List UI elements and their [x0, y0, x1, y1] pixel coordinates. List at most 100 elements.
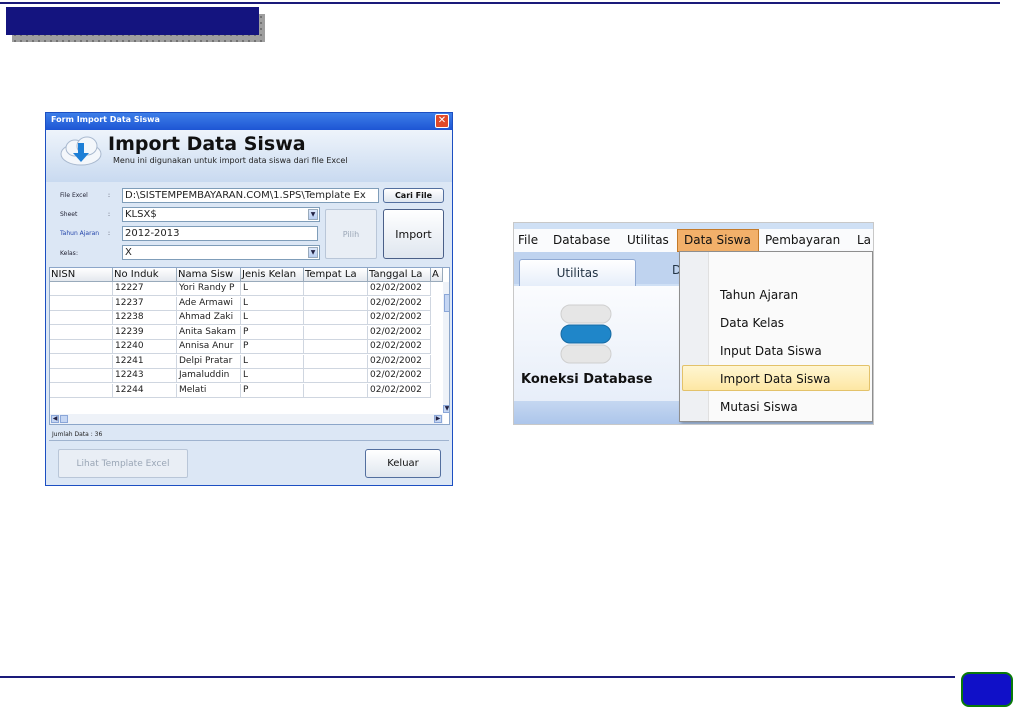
window-title: Form Import Data Siswa	[51, 115, 160, 124]
menu-item-pembayaran[interactable]: Pembayaran	[765, 233, 840, 247]
import-form-window: Form Import Data Siswa ✕ Import Data Sis…	[45, 112, 453, 486]
chevron-down-icon[interactable]: ▼	[308, 247, 318, 258]
scroll-thumb[interactable]	[60, 415, 68, 423]
menu-item-database[interactable]: Database	[553, 233, 610, 247]
table-cell: L	[241, 369, 304, 383]
import-button[interactable]: Import	[383, 209, 444, 259]
table-row[interactable]: 12227 Yori Randy P L 02/02/2002	[50, 282, 431, 296]
pilih-button[interactable]: Pilih	[325, 209, 377, 259]
table-cell: 02/02/2002	[368, 340, 431, 354]
dropdown-item-mutasi-siswa[interactable]: Mutasi Siswa	[720, 400, 798, 414]
table-cell	[50, 296, 113, 311]
table-cell	[304, 369, 368, 383]
grid-column-header[interactable]: Jenis Kelan	[241, 268, 304, 282]
table-cell	[304, 282, 368, 296]
grid-column-header[interactable]: Nama Sisw	[177, 268, 241, 282]
table-cell: P	[241, 325, 304, 340]
table-cell: 12238	[113, 311, 177, 325]
table-cell	[50, 340, 113, 354]
table-cell: 02/02/2002	[368, 383, 431, 398]
kelas-value: X	[125, 247, 132, 258]
close-icon[interactable]: ✕	[435, 114, 449, 128]
tab-utilitas[interactable]: Utilitas	[519, 259, 636, 286]
table-row[interactable]: 12244 Melati P 02/02/2002	[50, 383, 431, 398]
horizontal-scrollbar[interactable]: ◀ ▶	[50, 414, 443, 424]
window-titlebar: Form Import Data Siswa ✕	[46, 113, 452, 130]
database-icon[interactable]	[560, 303, 612, 365]
table-cell: 12244	[113, 383, 177, 398]
menu-item-utilitas[interactable]: Utilitas	[627, 233, 669, 247]
dropdown-item-input-data-siswa[interactable]: Input Data Siswa	[720, 344, 822, 358]
chevron-right-icon[interactable]: ▶	[434, 415, 442, 423]
table-cell: 12237	[113, 296, 177, 311]
koneksi-database-label[interactable]: Koneksi Database	[521, 372, 652, 387]
table-cell: 02/02/2002	[368, 354, 431, 369]
table-cell	[50, 325, 113, 340]
grid-column-header[interactable]: Tempat La	[304, 268, 368, 282]
table-cell: Ade Armawi	[177, 296, 241, 311]
label-sheet: Sheet	[60, 211, 78, 218]
colon: :	[76, 250, 79, 257]
table-row[interactable]: 12241 Delpi Pratar L 02/02/2002	[50, 354, 431, 369]
file-excel-field[interactable]: D:\SISTEMPEMBAYARAN.COM\1.SPS\Template E…	[122, 188, 379, 203]
label-file-excel: File Excel	[60, 192, 88, 199]
jumlah-data-label: Jumlah Data : 36	[52, 431, 103, 438]
label-kelas: Kelas	[60, 250, 76, 257]
scroll-thumb[interactable]	[444, 294, 449, 312]
table-cell	[50, 282, 113, 296]
grid-column-header[interactable]: No Induk	[113, 268, 177, 282]
table-cell: 02/02/2002	[368, 311, 431, 325]
table-cell: L	[241, 311, 304, 325]
table-cell: 12241	[113, 354, 177, 369]
lihat-template-button[interactable]: Lihat Template Excel	[58, 449, 188, 478]
dropdown-item-tahun-ajaran[interactable]: Tahun Ajaran	[720, 288, 798, 302]
data-grid[interactable]: NISN No Induk Nama Sisw Jenis Kelan Tempat L…	[49, 267, 450, 425]
vertical-scrollbar[interactable]: ▼	[443, 282, 449, 413]
keluar-button[interactable]: Keluar	[365, 449, 441, 478]
cloud-download-icon	[60, 136, 102, 166]
table-cell	[304, 296, 368, 311]
grid-column-header[interactable]: NISN	[50, 268, 113, 282]
table-cell	[50, 369, 113, 383]
chevron-down-icon[interactable]: ▼	[308, 209, 318, 220]
table-row[interactable]: 12237 Ade Armawi L 02/02/2002	[50, 296, 431, 311]
table-cell: Anita Sakam	[177, 325, 241, 340]
table-row[interactable]: 12239 Anita Sakam P 02/02/2002	[50, 325, 431, 340]
table-cell: P	[241, 383, 304, 398]
table-cell: Jamaluddin	[177, 369, 241, 383]
dropdown-item-data-kelas[interactable]: Data Kelas	[720, 316, 784, 330]
cari-file-button[interactable]: Cari File	[383, 188, 444, 203]
chevron-left-icon[interactable]: ◀	[51, 415, 59, 423]
grid-column-header[interactable]: Tanggal La	[368, 268, 431, 282]
table-cell: Annisa Anur	[177, 340, 241, 354]
sheet-select[interactable]: KLSX$ ▼	[122, 207, 320, 222]
colon: :	[108, 230, 111, 237]
menu-screenshot: File Database Utilitas Data Siswa Pembayaran…	[513, 222, 874, 425]
chevron-down-icon[interactable]: ▼	[443, 405, 449, 413]
menu-item-file[interactable]: File	[518, 233, 538, 247]
dropdown-items: Tahun Ajaran Data Kelas Input Data Siswa Im…	[680, 252, 872, 421]
divider	[49, 440, 449, 441]
table-cell: L	[241, 296, 304, 311]
table-cell	[304, 340, 368, 354]
table-cell: 02/02/2002	[368, 296, 431, 311]
table-cell: 02/02/2002	[368, 282, 431, 296]
label-tahun-ajaran: Tahun Ajaran	[60, 230, 100, 237]
table-row[interactable]: 12240 Annisa Anur P 02/02/2002	[50, 340, 431, 354]
dropdown-item-import-data-siswa[interactable]: Import Data Siswa	[720, 372, 830, 386]
menu-bar-items: File Database Utilitas Data Siswa Pembayaran…	[514, 229, 873, 252]
table-cell: 12239	[113, 325, 177, 340]
table-row[interactable]: 12243 Jamaluddin L 02/02/2002	[50, 369, 431, 383]
menu-item-data-siswa[interactable]: Data Siswa	[684, 233, 751, 247]
grid-column-header[interactable]: A	[431, 268, 443, 282]
table-row[interactable]: 12238 Ahmad Zaki L 02/02/2002	[50, 311, 431, 325]
grid-header: NISN No Induk Nama Sisw Jenis Kelan Tempat L…	[50, 268, 443, 282]
table-cell: 12243	[113, 369, 177, 383]
table-cell: 12227	[113, 282, 177, 296]
menu-item-la[interactable]: La	[857, 233, 871, 247]
table-cell	[304, 383, 368, 398]
kelas-select[interactable]: X ▼	[122, 245, 320, 260]
page-number-badge	[961, 672, 1013, 707]
table-cell	[50, 383, 113, 398]
tahun-ajaran-field[interactable]: 2012-2013	[122, 226, 318, 241]
